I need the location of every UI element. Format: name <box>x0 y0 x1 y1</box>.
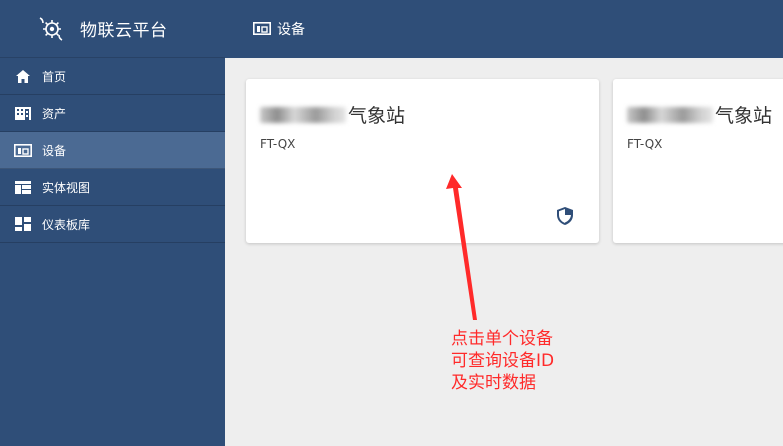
device-type: FT-QX <box>260 137 296 151</box>
sidebar-item-devices[interactable]: 设备 <box>0 132 225 169</box>
sidebar-item-dashboards[interactable]: 仪表板库 <box>0 206 225 243</box>
page-title: 设备 <box>277 22 305 38</box>
annotation-text: 点击单个设备 可查询设备ID 及实时数据 <box>451 328 554 394</box>
sidebar-item-assets[interactable]: 资产 <box>0 95 225 132</box>
brand[interactable]: 物联云平台 <box>0 0 225 58</box>
device-icon <box>253 22 271 36</box>
sidebar-item-label: 首页 <box>42 69 67 84</box>
device-card[interactable]: 气象站 FT-QX <box>613 79 783 243</box>
entity-view-icon <box>14 180 32 194</box>
device-name: 气象站 <box>627 101 772 128</box>
sidebar-item-label: 设备 <box>42 143 67 158</box>
annotation-line: 及实时数据 <box>451 373 536 393</box>
sidebar-item-entity-view[interactable]: 实体视图 <box>0 169 225 206</box>
device-type: FT-QX <box>627 137 663 151</box>
device-name: 气象站 <box>260 101 405 128</box>
redacted-name-part <box>627 106 713 123</box>
device-icon <box>14 143 32 157</box>
redacted-name-part <box>260 106 346 123</box>
device-card[interactable]: 气象站 FT-QX <box>246 79 599 243</box>
sidebar-item-label: 资产 <box>42 106 67 121</box>
sidebar-item-home[interactable]: 首页 <box>0 58 225 95</box>
sidebar-nav: 首页 资产 设备 实体视图 仪表板库 <box>0 58 225 243</box>
home-icon <box>14 69 32 83</box>
dashboard-icon <box>14 217 32 231</box>
shield-icon[interactable] <box>557 207 573 225</box>
sidebar: 物联云平台 首页 资产 设备 实体视图 仪表板库 <box>0 0 225 446</box>
main-content: 气象站 FT-QX 气象站 FT-QX 点击单个设备 可查询设备ID 及实时数据 <box>225 58 783 446</box>
app-window: 物联云平台 首页 资产 设备 实体视图 仪表板库 设备 气象站 FT-QX 气象… <box>0 0 783 446</box>
annotation-line: 点击单个设备 <box>451 329 553 349</box>
sidebar-item-label: 仪表板库 <box>42 217 91 232</box>
annotation-line: 可查询设备ID <box>451 351 555 371</box>
top-header: 设备 <box>225 0 783 58</box>
brand-title: 物联云平台 <box>80 21 168 41</box>
sidebar-item-label: 实体视图 <box>42 180 91 195</box>
gear-flask-logo-icon <box>36 14 66 44</box>
building-icon <box>14 106 32 120</box>
